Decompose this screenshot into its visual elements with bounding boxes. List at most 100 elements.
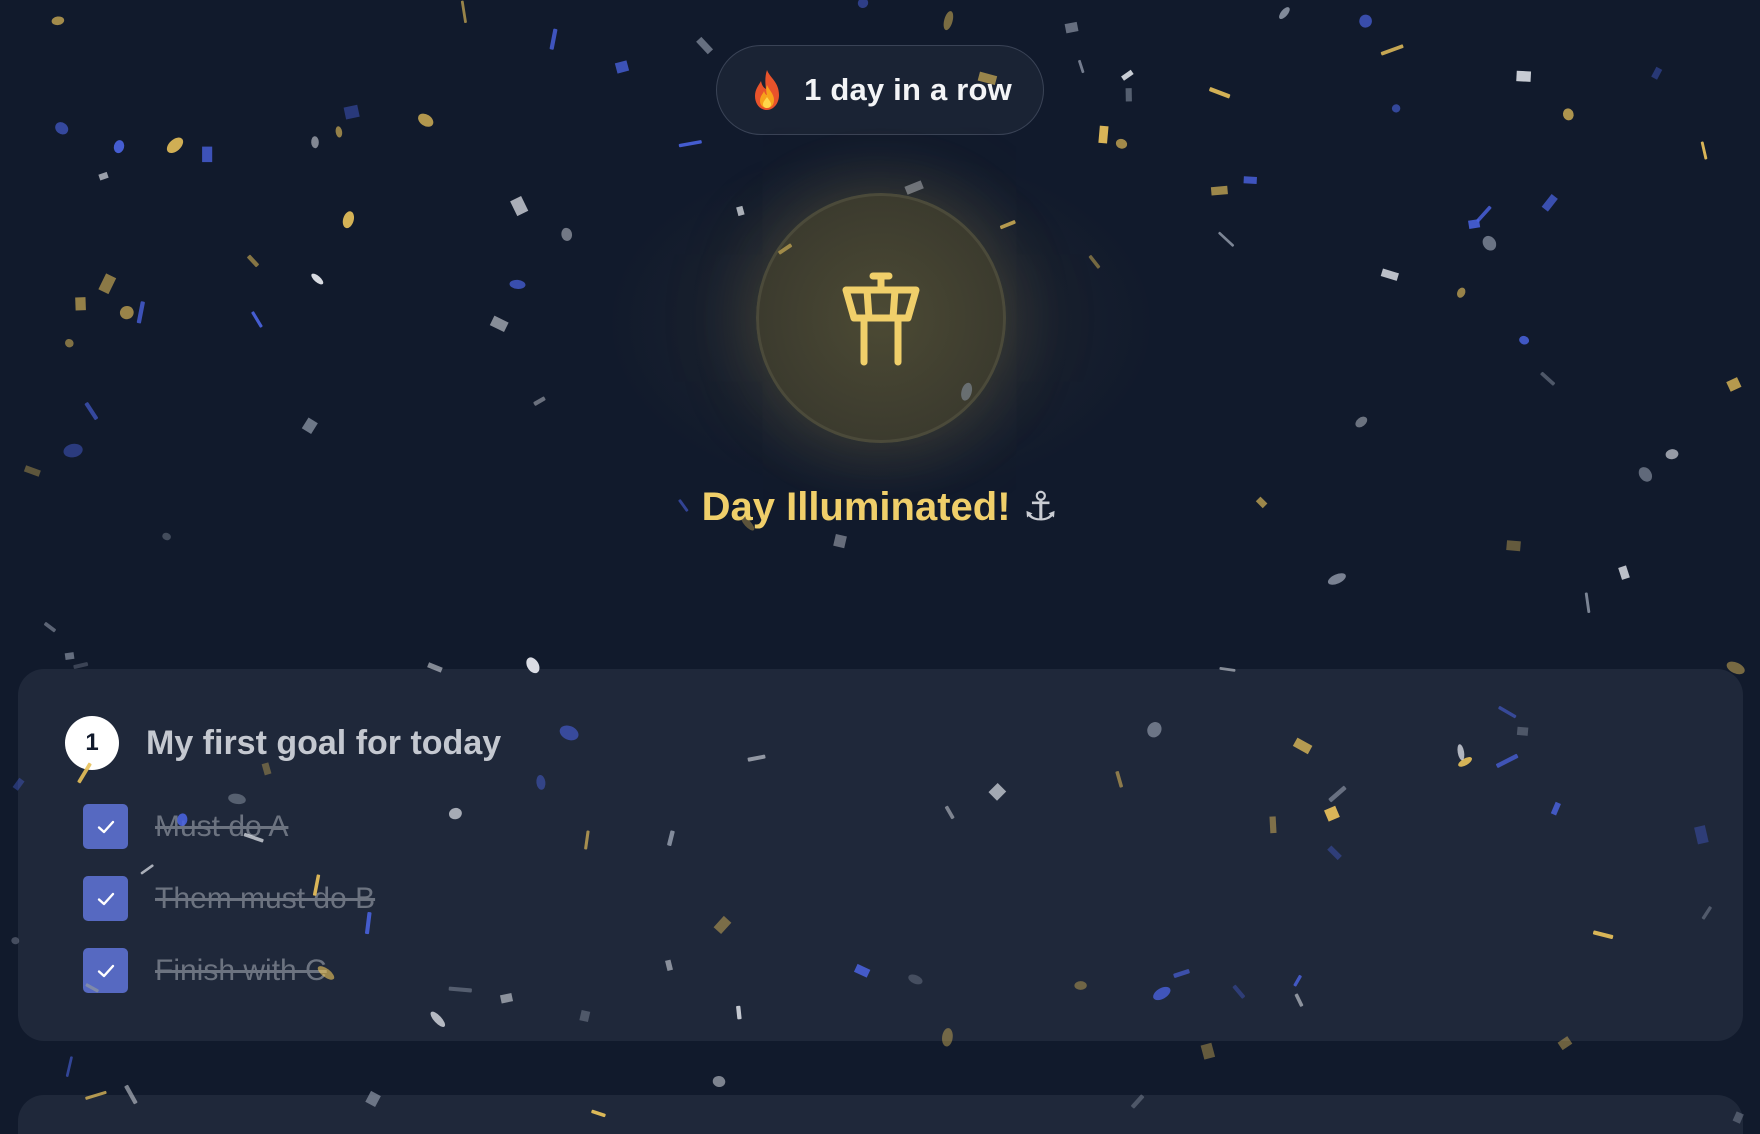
confetti-piece [75,297,86,311]
confetti-piece [335,126,343,138]
confetti-piece [247,254,259,268]
confetti-piece [1482,235,1497,251]
confetti-piece [43,622,56,633]
confetti-piece [342,211,355,229]
goal-card: 1 My first goal for today Must do A Them… [18,669,1743,1041]
confetti-piece [73,662,89,669]
confetti-piece [136,301,145,324]
task-checkbox[interactable] [83,876,128,921]
confetti-piece [460,0,467,24]
confetti-piece [1121,69,1134,81]
streak-badge: 1 day in a row [716,45,1044,135]
confetti-piece [1516,70,1532,82]
streak-label: 1 day in a row [804,72,1012,107]
confetti-piece [696,36,714,55]
task-label: Finish with C [155,953,327,987]
checkmark-icon [97,820,114,833]
confetti-piece [1638,467,1653,482]
confetti-piece [1651,66,1663,80]
confetti-piece [166,137,184,154]
confetti-piece [119,305,134,320]
confetti-piece [1209,87,1231,99]
confetti-piece [1700,141,1708,160]
confetti-piece [311,136,319,149]
confetti-piece [1064,21,1079,34]
confetti-piece [1279,7,1290,20]
confetti-piece [55,122,69,135]
goal-header: 1 My first goal for today [65,716,501,770]
checkmark-icon [97,892,114,905]
confetti-piece [1540,371,1556,386]
task-label: Must do A [155,809,289,843]
control-tower-icon [842,272,920,366]
confetti-piece [1380,268,1399,281]
goal-title: My first goal for today [146,723,502,762]
confetti-piece [489,315,509,333]
confetti-piece [1519,335,1530,345]
confetti-piece [343,104,360,120]
celebration-headline: Day Illuminated! ⚓ [0,484,1760,530]
confetti-piece [1541,193,1558,212]
confetti-piece [202,146,213,163]
confetti-piece [1218,231,1235,247]
confetti-piece [1125,88,1132,102]
headline-text: Day Illuminated! [701,485,1011,529]
confetti-piece [64,652,75,660]
confetti-piece [251,311,263,328]
task-label: Them must do B [155,881,376,915]
confetti-piece [833,533,847,549]
confetti-piece [1243,176,1257,184]
goal-number-badge: 1 [65,716,119,770]
confetti-piece [301,417,318,435]
next-goal-card [18,1095,1743,1134]
task-item: Must do A [83,804,375,849]
confetti-piece [1456,287,1466,298]
confetti-piece [1584,592,1591,613]
task-item: Finish with C [83,948,375,993]
checkmark-icon [97,964,114,977]
confetti-piece [84,402,99,420]
confetti-piece [23,465,41,477]
confetti-piece [1665,449,1679,460]
task-list: Must do A Them must do B Finish with C [83,804,375,1020]
confetti-piece [65,1056,73,1077]
confetti-piece [63,443,83,458]
confetti-piece [64,339,74,348]
confetti-piece [1468,219,1481,230]
confetti-piece [1380,44,1404,56]
celebration-emblem [756,193,1006,443]
confetti-piece [533,396,546,406]
confetti-piece [857,0,869,8]
task-checkbox[interactable] [83,948,128,993]
celebration-screen: 1 day in a row Day Illuminated! ⚓ 1 My fi… [0,0,1760,1134]
confetti-piece [1359,14,1372,28]
confetti-piece [1618,565,1630,580]
confetti-piece [113,140,125,154]
confetti-piece [943,11,954,31]
confetti-piece [1327,573,1346,585]
task-item: Them must do B [83,876,375,921]
confetti-piece [1506,540,1521,552]
confetti-piece [1391,104,1401,113]
confetti-piece [561,227,573,241]
confetti-piece [1078,59,1085,74]
task-checkbox[interactable] [83,804,128,849]
confetti-piece [98,171,109,181]
confetti-piece [98,273,117,295]
confetti-piece [549,28,558,50]
confetti-piece [1476,205,1492,223]
confetti-piece [1562,108,1574,121]
confetti-piece [712,1075,726,1088]
confetti-piece [614,60,630,74]
confetti-piece [162,532,171,541]
anchor-icon: ⚓ [1022,484,1059,530]
confetti-piece [510,196,529,217]
flame-icon [755,70,780,110]
confetti-piece [509,279,526,289]
confetti-piece [51,16,65,26]
confetti-piece [1210,185,1228,196]
confetti-piece [311,273,324,285]
confetti-piece [1726,377,1742,392]
confetti-piece [1200,1042,1216,1060]
confetti-piece [1355,416,1368,428]
